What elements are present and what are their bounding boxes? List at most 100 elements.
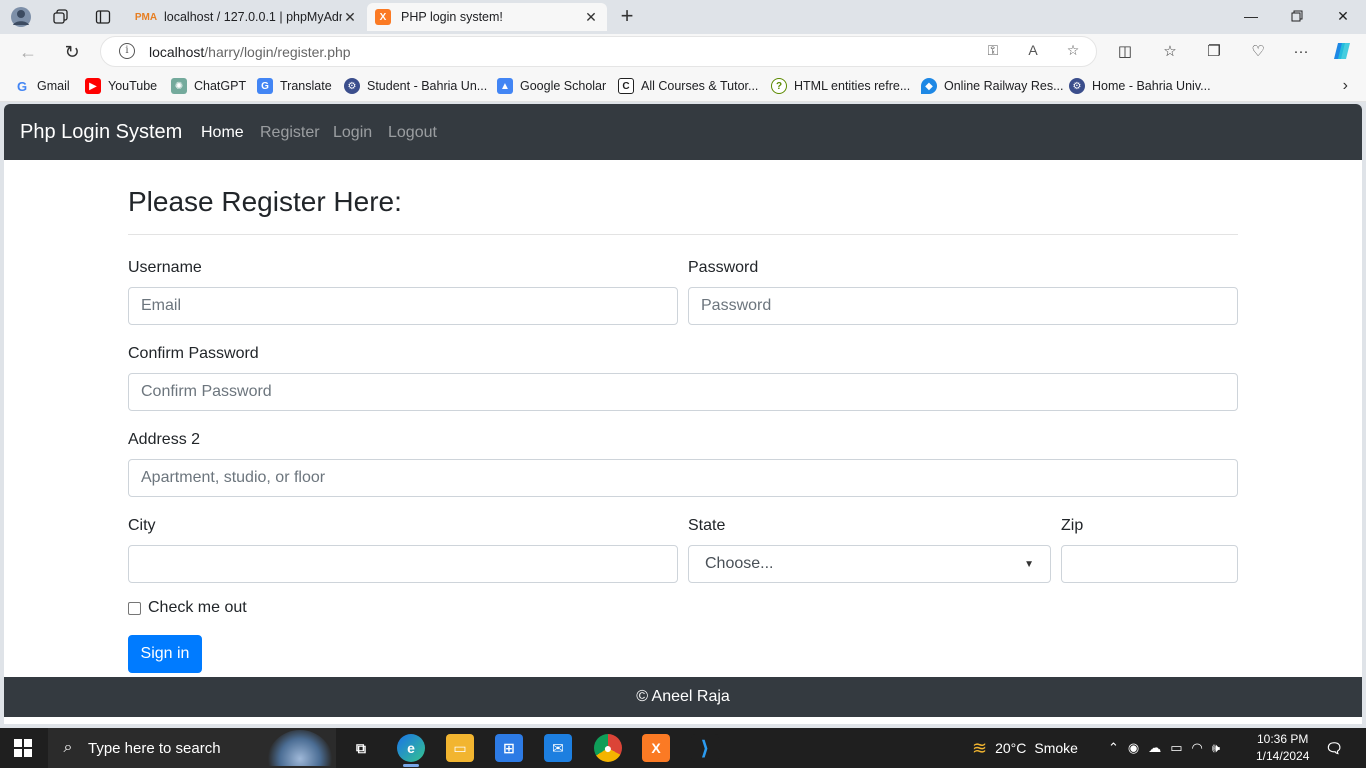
edge-app-icon[interactable]: e [397,734,425,767]
browser-toolbar: ← ↻ i localhost/harry/login/register.php… [0,34,1366,70]
address2-input[interactable] [128,459,1238,497]
workspaces-icon[interactable] [48,4,74,30]
state-select[interactable]: Choose... ▼ [688,545,1051,583]
minimize-button[interactable]: — [1228,0,1274,32]
favorites-icon[interactable]: ☆ [1158,40,1182,64]
divider [128,234,1238,235]
bookmark-home-bahria[interactable]: ⚙ Home - Bahria Univ... [1069,77,1211,95]
chevron-down-icon: ▼ [1024,558,1034,570]
collections-icon[interactable]: ❐ [1202,40,1226,64]
bookmark-label: ChatGPT [194,79,247,93]
battery-icon[interactable]: ▭ [1170,740,1182,756]
close-window-button[interactable]: ✕ [1320,0,1366,32]
search-placeholder: Type here to search [88,739,221,757]
address-url[interactable]: localhost/harry/login/register.php [149,44,351,60]
tab-actions-icon[interactable] [90,4,116,30]
microsoft-store-icon[interactable]: ⊞ [495,734,523,762]
xampp-icon[interactable]: X [642,734,670,762]
wifi-icon[interactable]: ◠ [1192,740,1203,756]
taskbar-clock[interactable]: 10:36 PM 1/14/2024 [1256,731,1309,765]
password-label: Password [688,259,759,276]
split-screen-icon[interactable]: ◫ [1113,40,1137,64]
check-me-out[interactable]: Check me out [128,599,247,617]
bookmark-google-scholar[interactable]: ▲ Google Scholar [497,77,606,95]
youtube-icon: ▶ [85,78,101,94]
vscode-icon[interactable]: ⟩ [691,734,719,762]
windows-start-icon[interactable] [14,739,32,757]
weather-widget[interactable]: ≋ 20°C Smoke [972,728,1078,768]
weather-temp: 20°C [995,740,1027,756]
page-title: Please Register Here: [128,186,402,217]
confirm-password-input[interactable] [128,373,1238,411]
volume-icon[interactable]: 🕪 [1212,740,1220,756]
confirm-password-label: Confirm Password [128,345,259,362]
tab-title: PHP login system! [401,10,503,24]
bookmark-gmail[interactable]: G Gmail [14,77,70,95]
new-tab-button[interactable]: + [614,4,640,30]
help-icon: ? [771,78,787,94]
address-bar[interactable]: i localhost/harry/login/register.php ⚿ A… [100,36,1097,67]
close-tab-icon[interactable]: ✕ [583,9,599,26]
state-label: State [688,517,726,534]
weather-condition: Smoke [1034,740,1078,756]
search-highlight-image [266,730,334,766]
nav-link-home[interactable]: Home [201,124,244,142]
bookmark-label: Online Railway Res... [944,79,1064,93]
task-view-icon[interactable]: ⧉ [347,734,375,762]
bookmark-all-courses[interactable]: C All Courses & Tutor... [618,77,758,95]
bookmark-chatgpt[interactable]: ✺ ChatGPT [171,77,246,95]
meet-now-icon[interactable]: ◉ [1128,740,1139,756]
chrome-icon[interactable]: ● [594,734,622,762]
nav-link-login[interactable]: Login [333,124,372,142]
sign-in-button[interactable]: Sign in [128,635,202,673]
phpmyadmin-favicon-icon: PMA [134,11,158,23]
mail-icon[interactable]: ✉ [544,734,572,762]
checkbox[interactable] [128,601,141,615]
favorite-star-icon[interactable]: ☆ [1063,42,1083,62]
nav-link-register[interactable]: Register [260,124,320,142]
bookmark-html-entities[interactable]: ? HTML entities refre... [771,77,910,95]
bookmark-student-bahria[interactable]: ⚙ Student - Bahria Un... [344,77,487,95]
file-explorer-icon[interactable]: ▭ [446,734,474,762]
site-navbar: Php Login System Home Register Login Log… [4,104,1362,160]
refresh-icon[interactable]: ↻ [58,38,86,66]
taskbar-search[interactable]: ⌕ Type here to search [48,728,336,768]
tab-php-login[interactable]: X PHP login system! ✕ [367,3,607,31]
read-aloud-icon[interactable]: A [1023,42,1043,62]
state-selected-value: Choose... [705,555,774,572]
tab-phpmyadmin[interactable]: PMA localhost / 127.0.0.1 | phpMyAdmin ✕ [130,3,366,31]
copilot-icon[interactable] [1331,40,1355,64]
site-footer: © Aneel Raja [4,677,1362,717]
restore-button[interactable] [1274,0,1320,32]
bookmark-label: Student - Bahria Un... [367,79,488,93]
close-tab-icon[interactable]: ✕ [342,9,358,26]
zip-input[interactable] [1061,545,1238,583]
city-input[interactable] [128,545,678,583]
bookmark-label: YouTube [108,79,158,93]
site-info-icon[interactable]: i [119,43,135,59]
browser-essentials-icon[interactable]: ♡ [1246,40,1270,64]
onedrive-icon[interactable]: ☁ [1148,740,1161,756]
chevron-right-icon[interactable]: › [1343,77,1348,95]
notifications-icon[interactable]: 🗨 [1320,734,1348,762]
system-tray: ⌃ ◉ ☁ ▭ ◠ 🕪 [1108,728,1220,768]
username-input[interactable] [128,287,678,325]
password-key-icon[interactable]: ⚿ [983,42,1003,62]
chevron-up-icon[interactable]: ⌃ [1108,740,1119,756]
chatgpt-icon: ✺ [171,78,187,94]
bookmark-translate[interactable]: G Translate [257,77,332,95]
url-path: /harry/login/register.php [204,44,351,60]
bookmark-youtube[interactable]: ▶ YouTube [85,77,157,95]
windows-taskbar: ⌕ Type here to search ⧉ e ▭ ⊞ ✉ ● X ⟩ ≋ … [0,728,1366,768]
nav-link-logout[interactable]: Logout [388,124,437,142]
bookmark-label: Home - Bahria Univ... [1092,79,1211,93]
profile-avatar-icon[interactable] [8,4,34,30]
university-icon: ⚙ [344,78,360,94]
back-icon[interactable]: ← [14,38,42,66]
bookmark-online-railway[interactable]: ◆ Online Railway Res... [921,77,1064,95]
password-input[interactable] [688,287,1238,325]
clock-time: 10:36 PM [1257,732,1309,746]
zip-label: Zip [1061,517,1084,534]
more-menu-icon[interactable]: ··· [1289,40,1313,64]
navbar-brand[interactable]: Php Login System [20,121,182,144]
